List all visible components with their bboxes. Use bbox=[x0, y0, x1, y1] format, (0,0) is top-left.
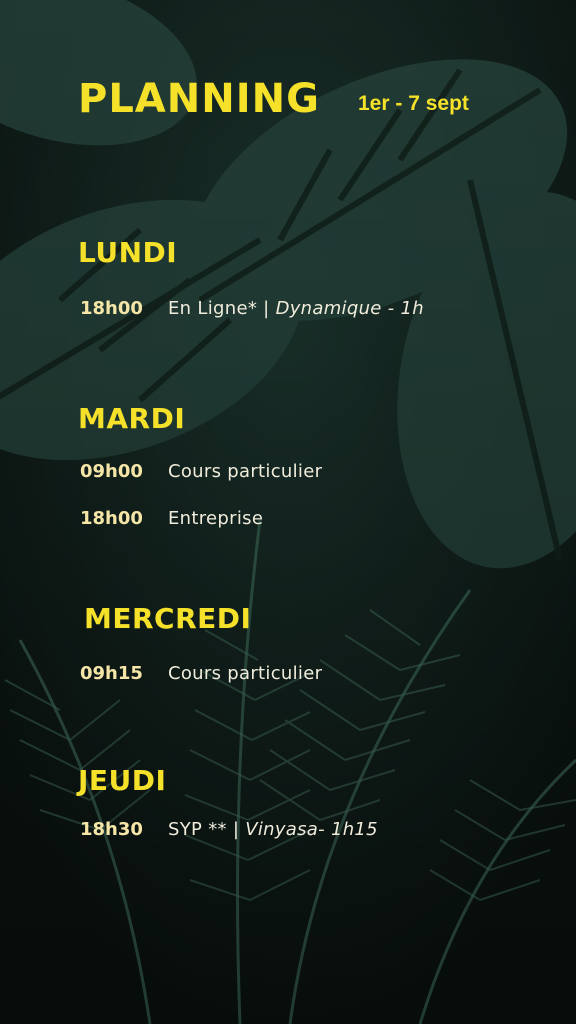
session-description: Cours particulier bbox=[168, 461, 323, 482]
schedule-row: 18h00 Entreprise bbox=[80, 508, 263, 529]
schedule-row: 09h00 Cours particulier bbox=[80, 461, 322, 482]
date-range: 1er - 7 sept bbox=[358, 92, 469, 115]
schedule-row: 18h30 SYP ** | Vinyasa- 1h15 bbox=[80, 819, 378, 840]
day-heading-mardi: MARDI bbox=[78, 402, 186, 435]
day-heading-lundi: LUNDI bbox=[78, 236, 178, 269]
session-style: Vinyasa- 1h15 bbox=[245, 819, 378, 840]
session-time: 18h30 bbox=[80, 819, 143, 840]
page-title: PLANNING bbox=[78, 76, 320, 122]
session-time: 09h00 bbox=[80, 461, 143, 482]
day-heading-jeudi: JEUDI bbox=[78, 764, 167, 797]
day-heading-mercredi: MERCREDI bbox=[84, 602, 252, 635]
session-time: 18h00 bbox=[80, 508, 143, 529]
session-description: En Ligne* | bbox=[168, 298, 276, 319]
schedule-row: 18h00 En Ligne* | Dynamique - 1h bbox=[80, 298, 424, 319]
session-time: 09h15 bbox=[80, 663, 143, 684]
session-description: Cours particulier bbox=[168, 663, 323, 684]
schedule-row: 09h15 Cours particulier bbox=[80, 663, 322, 684]
session-time: 18h00 bbox=[80, 298, 143, 319]
session-style: Dynamique - 1h bbox=[275, 298, 424, 319]
session-description: Entreprise bbox=[168, 508, 264, 529]
session-description: SYP ** | bbox=[168, 819, 246, 840]
